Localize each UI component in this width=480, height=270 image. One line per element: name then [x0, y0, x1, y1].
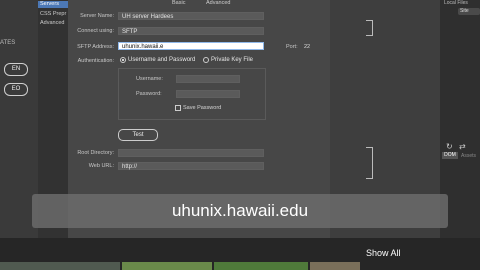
category-advanced[interactable]: Advanced	[40, 20, 64, 26]
server-name-input[interactable]: UH server Hardees	[118, 12, 264, 20]
panel-label: ATES	[0, 40, 16, 46]
auth-option-private-key: Private Key File	[211, 57, 254, 63]
sync-icon[interactable]: ⇄	[459, 142, 466, 151]
thumbnail[interactable]	[122, 262, 212, 270]
auth-option-username-password: Username and Password	[128, 57, 196, 63]
connect-using-label: Connect using:	[77, 28, 114, 34]
video-caption: uhunix.hawaii.edu	[32, 194, 448, 228]
bracket-icon	[366, 147, 373, 179]
port-input[interactable]: 22	[304, 44, 310, 50]
connect-using-select[interactable]: SFTP	[118, 27, 264, 35]
port-label: Port:	[286, 44, 298, 50]
root-directory-input[interactable]	[118, 149, 264, 157]
sftp-address-label: SFTP Address:	[77, 44, 114, 50]
authentication-label: Authentication:	[77, 58, 114, 64]
password-label: Password:	[136, 91, 162, 97]
bracket-icon	[366, 20, 373, 36]
refresh-icon[interactable]: ↻	[446, 142, 453, 151]
root-directory-label: Root Directory:	[77, 150, 114, 156]
thumbnail[interactable]	[310, 262, 360, 270]
thumbnail[interactable]	[214, 262, 308, 270]
radio-username-password[interactable]	[120, 57, 126, 63]
tab-advanced[interactable]: Advanced	[206, 0, 230, 6]
web-url-label: Web URL:	[88, 163, 114, 169]
side-button-eo[interactable]: EO	[4, 83, 28, 96]
web-url-input[interactable]: http://	[118, 162, 264, 170]
site-dropdown[interactable]: Site	[458, 8, 480, 15]
radio-private-key[interactable]	[203, 57, 209, 63]
show-all-link[interactable]: Show All	[366, 248, 401, 258]
username-input[interactable]	[176, 75, 240, 83]
tab-assets[interactable]: Assets	[461, 153, 476, 159]
password-input[interactable]	[176, 90, 240, 98]
category-servers[interactable]: Servers	[40, 1, 59, 7]
sftp-address-input[interactable]: uhunix.hawaii.e	[118, 42, 264, 50]
side-button-en[interactable]: EN	[4, 63, 28, 76]
server-name-label: Server Name:	[80, 13, 114, 19]
username-label: Username:	[136, 76, 163, 82]
save-password-checkbox[interactable]	[175, 105, 181, 111]
local-files-label: Local Files	[444, 0, 468, 6]
thumbnail[interactable]	[0, 262, 120, 270]
tab-dom[interactable]: DOM	[442, 152, 458, 159]
save-password-label: Save Password	[183, 105, 222, 111]
test-button[interactable]: Test	[118, 129, 158, 141]
tab-basic[interactable]: Basic	[172, 0, 185, 6]
category-css-preprocessors[interactable]: CSS Prepr	[40, 11, 66, 17]
